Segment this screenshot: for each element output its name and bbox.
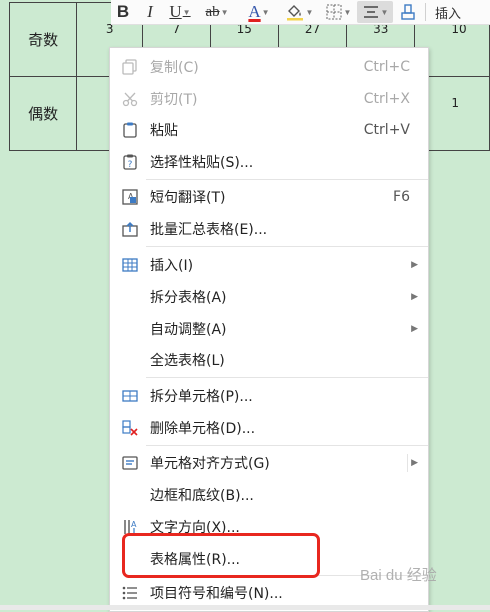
table-cell[interactable]: 奇数 <box>8 2 78 77</box>
menu-item-shortcut: Ctrl+C <box>363 59 410 75</box>
menu-separator <box>146 246 428 247</box>
menu-item-label: 项目符号和编号(N)... <box>150 586 283 602</box>
eraser-button[interactable] <box>393 1 423 23</box>
menu-item-label: 短句翻译(T) <box>150 190 226 206</box>
submenu-arrow-icon: ▶ <box>411 260 418 270</box>
menu-item-paste-special[interactable]: ? 选择性粘贴(S)... <box>110 148 428 176</box>
submenu-arrow-icon: ▶ <box>411 324 418 334</box>
toolbar-divider <box>425 3 426 21</box>
menu-item-delete-cells[interactable]: 删除单元格(D)... <box>110 414 428 442</box>
menu-item-cell-alignment[interactable]: 单元格对齐方式(G) ▶ <box>110 449 428 477</box>
bottom-scroll-edge <box>0 605 490 610</box>
font-color-icon: A <box>248 2 261 21</box>
upload-table-icon <box>120 219 140 239</box>
submenu-arrow-icon: ▶ <box>411 458 418 468</box>
submenu-divider <box>407 454 408 472</box>
menu-item-label: 单元格对齐方式(G) <box>150 456 270 472</box>
menu-item-shortcut: Ctrl+V <box>363 122 410 138</box>
floating-format-toolbar: B I U ▼ ab ▼ A ▼ ▼ ▼ ▼ 插入 <box>111 0 490 25</box>
menu-item-batch-summary[interactable]: 批量汇总表格(E)... <box>110 215 428 243</box>
menu-item-copy[interactable]: 复制(C) Ctrl+C <box>110 53 428 81</box>
highlight-pen-icon: ab <box>205 3 220 20</box>
cell-align-icon <box>120 453 140 473</box>
split-cells-icon <box>120 386 140 406</box>
chevron-down-icon: ▼ <box>380 7 389 17</box>
copy-icon <box>120 57 140 77</box>
bullet-list-icon <box>120 583 140 603</box>
highlight-text-button[interactable]: ab ▼ <box>195 1 239 23</box>
align-center-icon <box>363 6 378 18</box>
menu-item-cut[interactable]: 剪切(T) Ctrl+X <box>110 85 428 113</box>
insert-button[interactable]: 插入 <box>428 1 468 23</box>
bold-button[interactable]: B <box>111 1 135 23</box>
svg-text:?: ? <box>128 160 133 170</box>
chevron-down-icon: ▼ <box>182 7 191 17</box>
shading-button[interactable]: ▼ <box>279 1 319 23</box>
menu-item-shortcut: Ctrl+X <box>363 91 410 107</box>
menu-separator <box>146 445 428 446</box>
context-menu: 复制(C) Ctrl+C 剪切(T) Ctrl+X 粘贴 Ctrl+V ? 选择… <box>109 47 429 612</box>
border-button[interactable]: ▼ <box>319 1 357 23</box>
menu-item-label: 复制(C) <box>150 60 199 76</box>
paste-special-icon: ? <box>120 152 140 172</box>
underline-button[interactable]: U ▼ <box>165 1 195 23</box>
menu-item-label: 插入(I) <box>150 258 194 274</box>
chevron-down-icon: ▼ <box>343 7 352 17</box>
align-button[interactable]: ▼ <box>357 1 393 23</box>
menu-item-select-table[interactable]: 全选表格(L) <box>110 346 428 374</box>
chevron-down-icon: ▼ <box>220 7 229 17</box>
menu-item-label: 全选表格(L) <box>150 353 225 369</box>
scissors-icon <box>120 89 140 109</box>
baidu-watermark: Bai du 经验 <box>360 567 437 584</box>
underline-icon: U <box>169 2 182 21</box>
menu-item-label: 拆分表格(A) <box>150 290 227 306</box>
menu-item-label: 删除单元格(D)... <box>150 421 256 437</box>
submenu-arrow-icon: ▶ <box>411 292 418 302</box>
table-insert-icon <box>120 255 140 275</box>
paste-icon <box>120 120 140 140</box>
border-grid-icon <box>326 4 342 20</box>
table-cell[interactable]: 偶数 <box>8 76 78 151</box>
chevron-down-icon: ▼ <box>261 7 270 17</box>
menu-item-label: 批量汇总表格(E)... <box>150 222 268 238</box>
menu-separator <box>146 377 428 378</box>
menu-separator <box>146 179 428 180</box>
delete-cells-icon <box>120 418 140 438</box>
menu-item-shortcut: F6 <box>393 189 410 205</box>
menu-item-label: 选择性粘贴(S)... <box>150 155 254 171</box>
menu-item-insert[interactable]: 插入(I) ▶ <box>110 251 428 279</box>
font-color-button[interactable]: A ▼ <box>239 1 279 23</box>
menu-item-label: 粘贴 <box>150 123 178 139</box>
menu-item-split-table[interactable]: 拆分表格(A) ▶ <box>110 283 428 311</box>
paint-bucket-icon <box>286 5 303 21</box>
eraser-icon <box>401 4 415 20</box>
menu-item-translate[interactable]: A 短句翻译(T) F6 <box>110 183 428 211</box>
menu-item-label: 自动调整(A) <box>150 322 227 338</box>
menu-item-paste[interactable]: 粘贴 Ctrl+V <box>110 116 428 144</box>
italic-button[interactable]: I <box>135 1 165 23</box>
menu-item-autofit[interactable]: 自动调整(A) ▶ <box>110 315 428 343</box>
svg-text:A: A <box>131 520 137 529</box>
menu-item-label: 拆分单元格(P)... <box>150 389 253 405</box>
menu-item-label: 边框和底纹(B)... <box>150 488 254 504</box>
menu-item-split-cells[interactable]: 拆分单元格(P)... <box>110 382 428 410</box>
chevron-down-icon: ▼ <box>305 7 314 17</box>
menu-item-label: 剪切(T) <box>150 92 198 108</box>
menu-item-borders-shading[interactable]: 边框和底纹(B)... <box>110 481 428 509</box>
translate-icon: A <box>120 187 140 207</box>
highlight-box <box>122 533 320 578</box>
